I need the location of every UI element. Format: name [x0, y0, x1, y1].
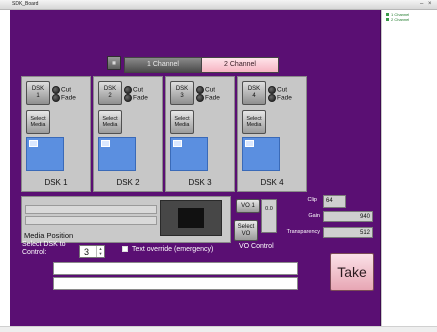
checkbox-icon: [122, 246, 128, 253]
tab-2-channel[interactable]: 2 Channel: [201, 57, 279, 73]
vo-1-button[interactable]: VO 1: [236, 199, 260, 213]
dsk-label: DSK 1: [44, 178, 68, 187]
fade-radio[interactable]: Fade: [52, 94, 76, 103]
media-icon: [101, 140, 110, 147]
vo-control-label: VO Control: [239, 243, 274, 250]
clip-field[interactable]: 64: [323, 195, 346, 208]
window-titlebar: SDK_Board – ×: [0, 0, 437, 10]
dsk-1-button[interactable]: DSK 1: [26, 81, 50, 105]
media-icon: [173, 140, 182, 147]
media-thumbnail: [26, 137, 64, 171]
radio-icon: [52, 94, 60, 102]
fade-radio[interactable]: Fade: [124, 94, 148, 103]
dsk-panel-1: DSK 1 Cut Fade Select Media DSK 1: [21, 76, 91, 192]
dsk-panel-2: DSK 2 Cut Fade Select Media DSK 2: [93, 76, 163, 192]
clip-label: Clip: [307, 197, 317, 203]
media-icon: [245, 140, 254, 147]
dsk-panel-4: DSK 4 Cut Fade Select Media DSK 4: [237, 76, 307, 192]
radio-icon: [52, 86, 60, 94]
select-media-button[interactable]: Select Media: [26, 110, 50, 134]
fade-radio[interactable]: Fade: [196, 94, 220, 103]
minimize-icon[interactable]: –: [420, 0, 423, 8]
tree-item-label: 2 Channel: [391, 17, 410, 22]
radio-icon: [124, 94, 132, 102]
gain-field[interactable]: 940: [323, 211, 373, 222]
dsk-label: DSK 4: [260, 178, 284, 187]
media-preview: [160, 200, 222, 236]
dsk-2-button[interactable]: DSK 2: [98, 81, 122, 105]
window-title: SDK_Board: [12, 1, 39, 7]
select-media-button[interactable]: Select Media: [98, 110, 122, 134]
media-position-panel: Media Position: [21, 196, 231, 243]
tree-node-icon: [386, 13, 389, 17]
select-media-button[interactable]: Select Media: [242, 110, 266, 134]
media-position-track[interactable]: [25, 216, 157, 225]
fade-radio[interactable]: Fade: [268, 94, 292, 103]
tree-node-icon: [386, 18, 389, 22]
radio-icon: [268, 94, 276, 102]
channel-icon[interactable]: ▦: [107, 56, 121, 70]
gain-label: Gain: [308, 213, 320, 219]
dsk-3-button[interactable]: DSK 3: [170, 81, 194, 105]
dsk-number-stepper[interactable]: 3 ▲ ▼: [79, 245, 105, 258]
dsk-label: DSK 2: [116, 178, 140, 187]
stepper-arrows-icon[interactable]: ▲ ▼: [96, 246, 104, 257]
status-strip: [0, 326, 437, 332]
override-text-field-1[interactable]: [53, 262, 298, 275]
text-override-checkbox[interactable]: Text override (emergency): [122, 246, 213, 254]
media-thumbnail: [98, 137, 136, 171]
dsk-panel-3: DSK 3 Cut Fade Select Media DSK 3: [165, 76, 235, 192]
override-text-field-2[interactable]: [53, 277, 298, 290]
side-tree-panel: 1 Channel 2 Channel: [381, 10, 437, 326]
tab-1-channel[interactable]: 1 Channel: [124, 57, 202, 73]
select-dsk-label: Select DSK to Control:: [22, 241, 66, 256]
media-position-track[interactable]: [25, 205, 157, 214]
media-thumbnail: [170, 137, 208, 171]
radio-icon: [124, 86, 132, 94]
transparency-field[interactable]: 512: [323, 227, 373, 238]
select-vo-button[interactable]: Select VO: [234, 220, 258, 241]
vo-level-readout: 0.0: [261, 199, 277, 233]
tree-item[interactable]: 2 Channel: [386, 17, 409, 22]
select-media-button[interactable]: Select Media: [170, 110, 194, 134]
close-icon[interactable]: ×: [428, 0, 432, 8]
radio-icon: [268, 86, 276, 94]
take-button[interactable]: Take: [330, 253, 374, 291]
media-position-label: Media Position: [24, 231, 74, 240]
media-thumbnail: [242, 137, 280, 171]
dsk-4-button[interactable]: DSK 4: [242, 81, 266, 105]
dsk-label: DSK 3: [188, 178, 212, 187]
radio-icon: [196, 94, 204, 102]
radio-icon: [196, 86, 204, 94]
media-icon: [29, 140, 38, 147]
transparency-label: Transparency: [286, 229, 320, 235]
